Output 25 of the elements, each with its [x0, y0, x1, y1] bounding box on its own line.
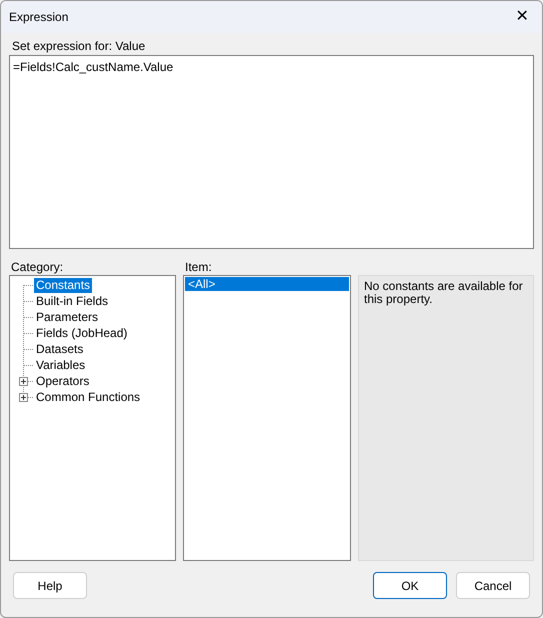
tree-connector-line: [23, 325, 34, 341]
tree-item[interactable]: Built-in Fields: [34, 294, 110, 308]
tree-connector-line: [23, 341, 34, 357]
tree-item[interactable]: Variables: [34, 358, 88, 372]
expression-label: Set expression for: Value: [11, 38, 146, 55]
tree-item[interactable]: Parameters: [34, 310, 100, 324]
tree-item[interactable]: Datasets: [34, 342, 86, 356]
expression-editor[interactable]: =Fields!Calc_custName.Value: [9, 55, 534, 249]
tree-connector-line: [23, 357, 34, 373]
expand-icon[interactable]: [19, 377, 28, 386]
dialog-button[interactable]: Help: [13, 572, 87, 599]
dialog-button[interactable]: OK: [373, 572, 447, 599]
tree-item[interactable]: Fields (JobHead): [34, 326, 130, 340]
list-item[interactable]: <All>: [185, 277, 349, 291]
close-button[interactable]: ✕: [502, 1, 542, 33]
expand-icon[interactable]: [19, 393, 28, 402]
tree-item[interactable]: Common Functions: [34, 390, 142, 404]
tree-item[interactable]: Constants: [34, 278, 92, 292]
tree-connector-line: [23, 309, 34, 325]
dialog-button[interactable]: Cancel: [456, 572, 530, 599]
description-text: No constants are available for this property.: [364, 280, 524, 306]
item-label: Item:: [184, 259, 213, 275]
window-title: Expression: [9, 9, 68, 26]
tree-item[interactable]: Operators: [34, 374, 92, 388]
category-label: Category:: [10, 259, 64, 275]
